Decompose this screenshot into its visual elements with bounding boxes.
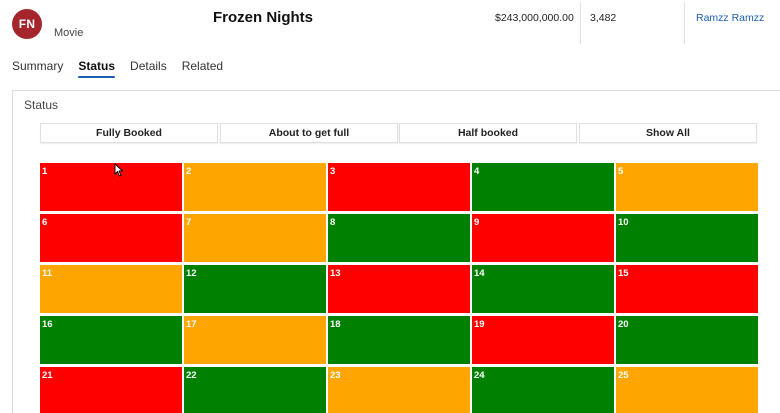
seat-cell-10[interactable]: 10 [616,214,758,262]
tab-bar: Summary Status Details Related [12,58,238,80]
seat-cell-4[interactable]: 4 [472,163,614,211]
seat-cell-9[interactable]: 9 [472,214,614,262]
seat-number: 6 [42,217,48,228]
seat-number: 5 [618,166,624,177]
seat-number: 18 [330,319,341,330]
tab-summary[interactable]: Summary [12,58,63,78]
record-title: Frozen Nights [213,9,313,26]
seat-cell-8[interactable]: 8 [328,214,470,262]
seat-cell-7[interactable]: 7 [184,214,326,262]
tab-details[interactable]: Details [130,58,167,78]
budget-value: $243,000,000.00 [495,12,574,24]
seat-cell-22[interactable]: 22 [184,367,326,413]
seat-cell-3[interactable]: 3 [328,163,470,211]
seat-cell-11[interactable]: 11 [40,265,182,313]
status-section: Status Fully Booked About to get full Ha… [12,90,780,413]
seat-number: 13 [330,268,341,279]
seat-number: 9 [474,217,480,228]
seat-number: 17 [186,319,197,330]
seat-number: 10 [618,217,629,228]
seat-cell-6[interactable]: 6 [40,214,182,262]
about-to-get-full-button[interactable]: About to get full [220,123,398,143]
seat-cell-14[interactable]: 14 [472,265,614,313]
seat-cell-2[interactable]: 2 [184,163,326,211]
seat-cell-21[interactable]: 21 [40,367,182,413]
half-booked-button[interactable]: Half booked [399,123,577,143]
owner-link[interactable]: Ramzz Ramzz [696,12,764,24]
filter-bar: Fully Booked About to get full Half book… [40,123,760,143]
seat-number: 8 [330,217,336,228]
tab-status[interactable]: Status [78,58,115,78]
seat-number: 1 [42,166,48,177]
seat-cell-19[interactable]: 19 [472,316,614,364]
seat-cell-20[interactable]: 20 [616,316,758,364]
seat-cell-15[interactable]: 15 [616,265,758,313]
seat-number: 4 [474,166,480,177]
header-divider [580,2,581,44]
seat-number: 16 [42,319,53,330]
seat-number: 15 [618,268,629,279]
seat-cell-12[interactable]: 12 [184,265,326,313]
seat-number: 19 [474,319,485,330]
avatar: FN [12,9,42,39]
seat-number: 23 [330,370,341,381]
seat-number: 11 [42,268,53,279]
seat-number: 25 [618,370,629,381]
seat-number: 21 [42,370,53,381]
tab-related[interactable]: Related [182,58,223,78]
seat-cell-24[interactable]: 24 [472,367,614,413]
seat-cell-18[interactable]: 18 [328,316,470,364]
seat-number: 14 [474,268,485,279]
record-page: FN Movie Frozen Nights $243,000,000.00 3… [0,0,780,413]
seat-cell-13[interactable]: 13 [328,265,470,313]
section-title: Status [24,98,59,112]
seat-number: 24 [474,370,485,381]
entity-type-label: Movie [54,27,84,39]
seat-number: 3 [330,166,336,177]
header-divider [684,2,685,44]
seat-cell-16[interactable]: 16 [40,316,182,364]
seat-cell-1[interactable]: 1 [40,163,182,211]
seat-cell-23[interactable]: 23 [328,367,470,413]
seat-number: 2 [186,166,192,177]
seat-number: 20 [618,319,629,330]
show-all-button[interactable]: Show All [579,123,757,143]
seat-grid: 1 2 3 4 5 6 7 8 9 10 11 12 13 14 15 16 17 18 19 20 21 22 23 24 2… [40,163,760,413]
count-value: 3,482 [590,12,617,24]
seat-number: 22 [186,370,197,381]
seat-cell-17[interactable]: 17 [184,316,326,364]
seat-cell-25[interactable]: 25 [616,367,758,413]
record-header: FN Movie Frozen Nights $243,000,000.00 3… [0,0,780,48]
seat-number: 7 [186,217,192,228]
seat-number: 12 [186,268,197,279]
fully-booked-button[interactable]: Fully Booked [40,123,218,143]
seat-cell-5[interactable]: 5 [616,163,758,211]
